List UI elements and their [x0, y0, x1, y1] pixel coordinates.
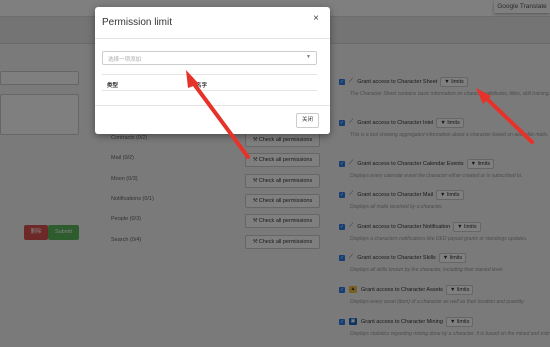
column-header-name: 名字 [196, 83, 208, 89]
select-placeholder: 选择一项添加 [108, 57, 142, 63]
close-modal-button[interactable]: 关闭 [296, 113, 319, 128]
divider [95, 105, 330, 106]
table-header-border [102, 90, 317, 91]
chevron-down-icon: ▼ [306, 54, 311, 60]
divider [95, 38, 330, 39]
permission-limit-modal: Permission limit × 选择一项添加 ▼ 类型 名字 [95, 7, 330, 134]
close-icon[interactable]: × [313, 13, 319, 24]
column-header-type: 类型 [107, 83, 119, 89]
table-top-border [102, 74, 317, 75]
modal-title: Permission limit [102, 17, 173, 28]
add-limit-select[interactable]: 选择一项添加 ▼ [102, 51, 317, 65]
